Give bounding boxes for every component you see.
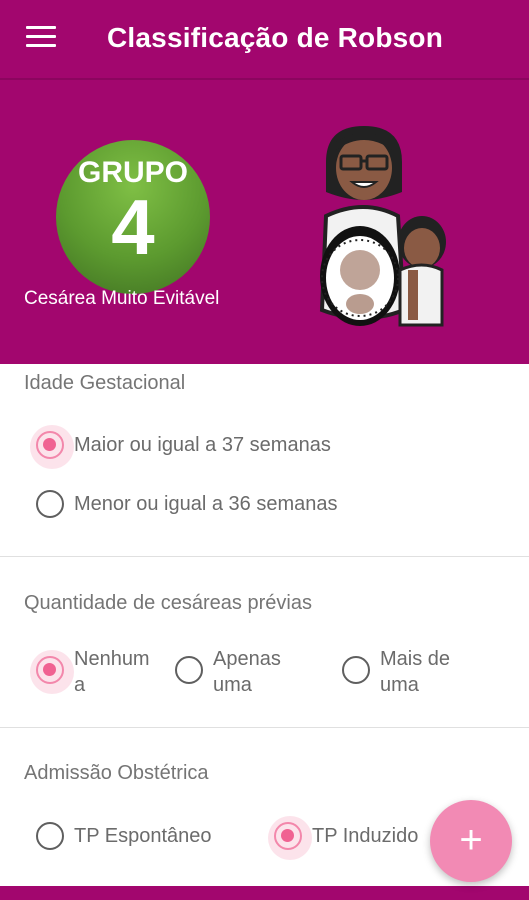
radio-button[interactable] [36,822,64,850]
radio-label: Menor ou igual a 36 semanas [74,493,338,515]
previous-cesareans-section: Quantidade de cesáreas prévias Nenhum a … [0,557,529,727]
menu-icon[interactable] [26,26,56,48]
radio-label: Nenhum a [74,648,150,696]
radio-option-none[interactable]: Nenhum a [30,645,166,698]
section-title: Quantidade de cesáreas prévias [24,592,312,614]
result-header: GRUPO 4 Cesárea Muito Evitável [0,78,529,364]
radio-button[interactable] [175,656,203,684]
radio-option-induced[interactable]: TP Induzido [268,816,419,860]
radio-button[interactable] [342,656,370,684]
app-bar: Classificação de Robson [0,0,529,78]
radio-option-spontaneous[interactable]: TP Espontâneo [36,822,212,850]
radio-button[interactable] [30,425,74,469]
mother-children-illustration [319,126,446,327]
radio-label: TP Espontâneo [74,825,212,847]
radio-label: Maior ou igual a 37 semanas [74,434,331,456]
group-number: 4 [111,183,155,271]
radio-label: Mais de uma [380,648,451,696]
radio-button[interactable] [30,650,74,694]
radio-label: TP Induzido [312,825,419,847]
radio-option-one[interactable]: Apenas uma [175,645,305,698]
plus-icon: + [459,818,483,862]
radio-option-37-plus[interactable]: Maior ou igual a 37 semanas [30,425,331,469]
bottom-bar [0,886,529,900]
section-title: Idade Gestacional [24,372,186,394]
group-badge: GRUPO 4 [56,140,210,294]
radio-label: Apenas uma [213,648,281,696]
group-description: Cesárea Muito Evitável [24,288,220,309]
radio-option-more-than-one[interactable]: Mais de uma [342,645,492,698]
page-title: Classificação de Robson [107,22,444,53]
add-fab-button[interactable]: + [430,800,512,882]
gestational-age-section: Idade Gestacional Maior ou igual a 37 se… [0,364,529,556]
section-title: Admissão Obstétrica [24,762,209,784]
radio-button[interactable] [36,490,64,518]
radio-button[interactable] [268,816,312,860]
radio-option-36-minus[interactable]: Menor ou igual a 36 semanas [36,490,338,518]
